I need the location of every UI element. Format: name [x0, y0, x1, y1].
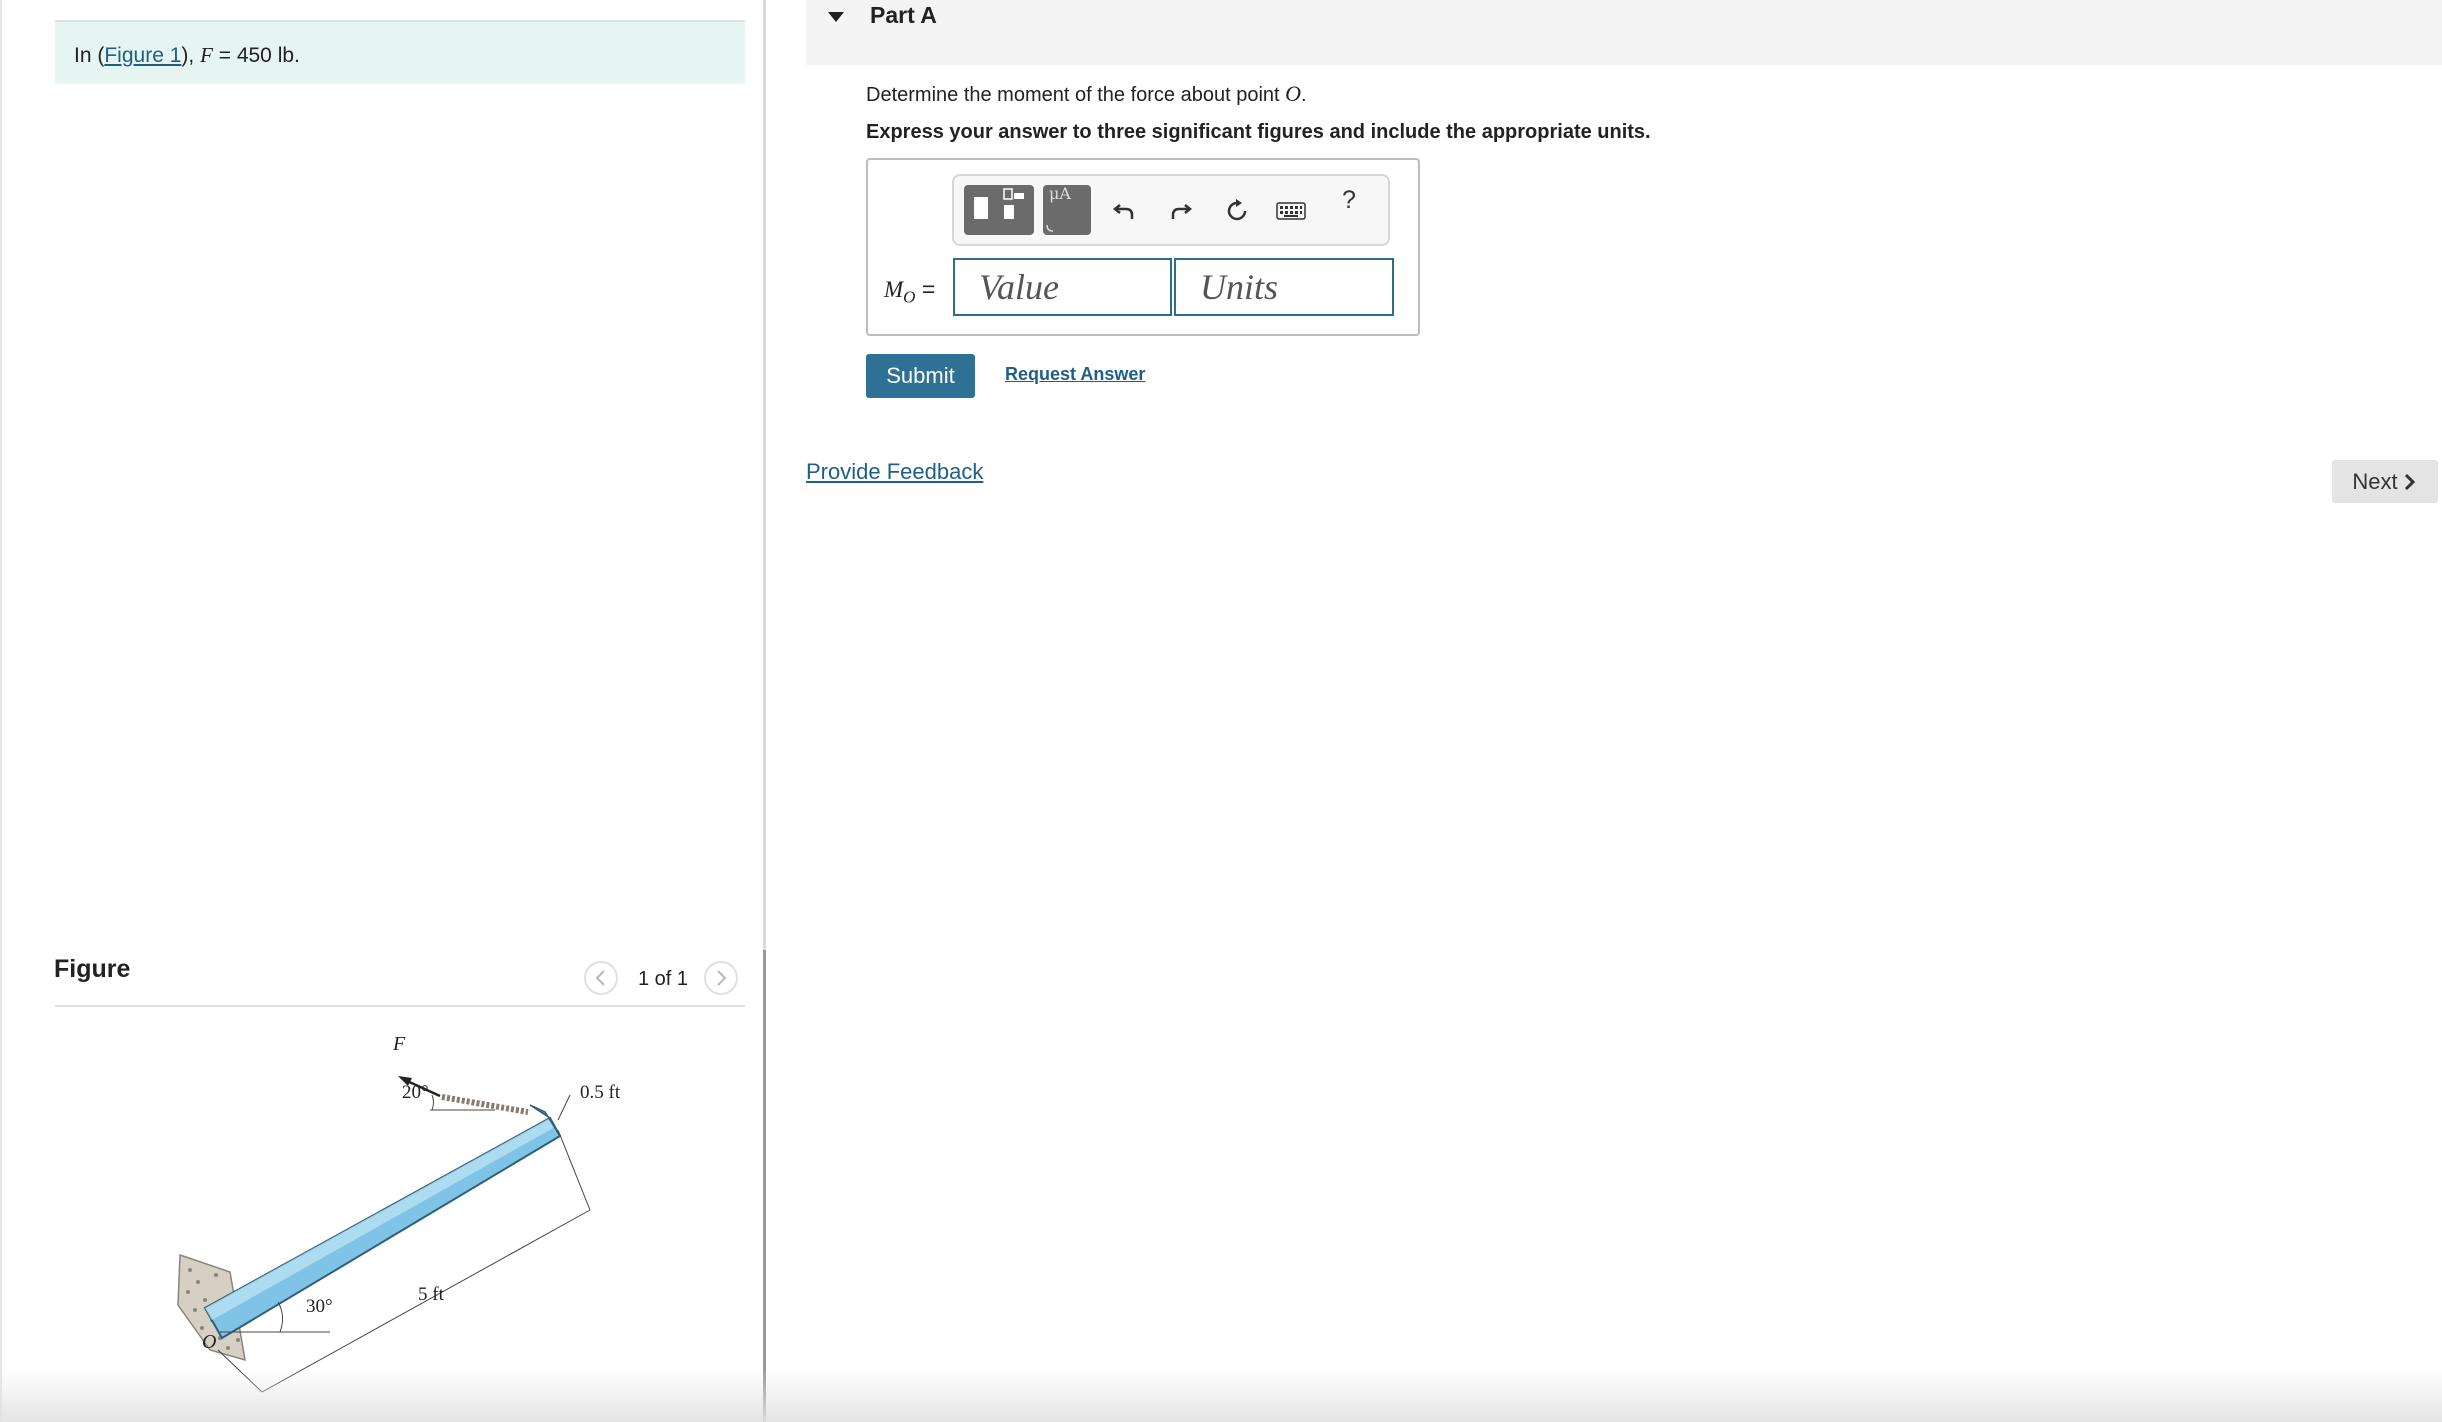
panel-scrollbar[interactable]	[763, 950, 766, 1422]
moment-equals: =	[915, 276, 936, 302]
figure-pager-count: 1 of 1	[638, 968, 689, 990]
moment-subscript: O	[903, 287, 916, 307]
question-text: Determine the moment of the force about …	[866, 81, 1307, 107]
question-variable: O	[1285, 81, 1302, 106]
templates-button[interactable]	[964, 185, 1034, 235]
length-label: 5 ft	[418, 1284, 445, 1305]
next-label: Next	[2352, 468, 2398, 494]
keyboard-button[interactable]	[1271, 191, 1311, 231]
keyboard-icon	[1276, 202, 1306, 220]
reset-button[interactable]	[1217, 191, 1257, 231]
left-edge	[0, 0, 2, 1422]
units-input[interactable]	[1174, 258, 1394, 316]
figure-link[interactable]: Figure 1	[104, 44, 181, 67]
reset-icon	[1227, 199, 1247, 221]
angle-arc-30	[277, 1301, 284, 1333]
moment-symbol: M	[884, 277, 904, 302]
beam-figure: F 20° 0.5 ft 5 ft 30° O	[177, 1033, 621, 1393]
length-extension	[557, 1129, 591, 1211]
part-title[interactable]: Part A	[870, 2, 937, 29]
force-value: = 450 lb.	[212, 44, 300, 67]
chevron-left-icon	[595, 970, 605, 986]
offset-dimension	[557, 1094, 571, 1121]
request-answer-link[interactable]: Request Answer	[1005, 364, 1145, 385]
force-variable: F	[200, 43, 213, 67]
caret-down-icon[interactable]	[826, 10, 846, 24]
symbols-icon: μA	[1046, 184, 1071, 232]
figure-title: Figure	[54, 955, 131, 983]
force-label: F	[392, 1033, 406, 1055]
bottom-shade	[0, 1368, 2442, 1422]
offset-label: 0.5 ft	[580, 1082, 621, 1103]
symbols-button[interactable]: μA	[1043, 184, 1091, 235]
templates-icon	[974, 188, 1024, 219]
figure-divider	[55, 1005, 745, 1007]
problem-suffix: ),	[181, 44, 201, 67]
symbols-label: μA	[1049, 185, 1071, 203]
angle-label-20: 20°	[402, 1082, 429, 1103]
help-button[interactable]: ?	[1329, 186, 1369, 215]
beam	[203, 1104, 562, 1340]
provide-feedback-link[interactable]: Provide Feedback	[806, 459, 983, 485]
redo-button[interactable]	[1161, 191, 1201, 231]
chevron-right-icon	[2404, 473, 2415, 490]
point-label: O	[202, 1331, 216, 1353]
next-figure-button[interactable]	[704, 961, 738, 995]
chevron-right-icon	[717, 970, 727, 986]
problem-prefix: In (	[74, 44, 105, 67]
problem-statement: In (Figure 1), F = 450 lb.	[55, 20, 745, 84]
answer-instruction: Express your answer to three significant…	[866, 121, 1651, 143]
previous-figure-button[interactable]	[584, 961, 618, 995]
value-input[interactable]	[953, 258, 1172, 316]
angle-arc-20	[431, 1094, 434, 1111]
redo-icon	[1171, 204, 1193, 219]
submit-button[interactable]: Submit	[866, 354, 975, 398]
moment-label: MO =	[884, 276, 935, 308]
question-suffix: .	[1301, 84, 1307, 106]
undo-icon	[1112, 204, 1134, 219]
part-header[interactable]	[806, 0, 2442, 65]
next-button[interactable]: Next	[2332, 460, 2438, 503]
angle-label-30: 30°	[306, 1296, 333, 1317]
undo-button[interactable]	[1104, 191, 1144, 231]
question-prefix: Determine the moment of the force about …	[866, 84, 1286, 106]
